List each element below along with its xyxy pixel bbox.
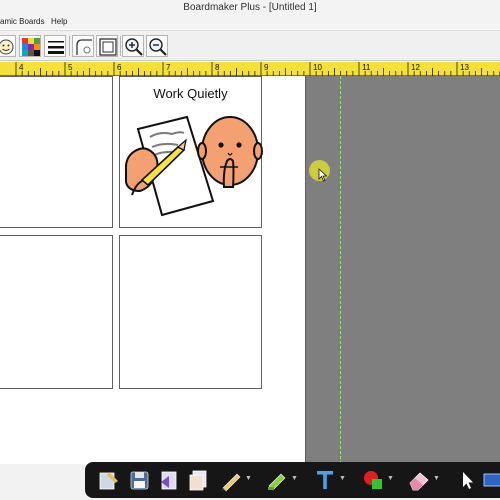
eraser-icon[interactable]: [407, 468, 431, 492]
page-stack-icon[interactable]: [187, 468, 211, 492]
shape-fill-icon[interactable]: [361, 468, 385, 492]
highlighter-dropdown-icon[interactable]: ▼: [291, 475, 298, 482]
eraser-dropdown-icon[interactable]: ▼: [433, 475, 440, 482]
board-cell-2[interactable]: Work Quietly: [119, 76, 263, 228]
ruler-label: 11: [362, 63, 371, 72]
shape-dropdown-icon[interactable]: ▼: [387, 475, 394, 482]
ruler-label: 6: [117, 63, 122, 72]
toolbar-separator: [69, 36, 70, 56]
corner-style-icon: [76, 39, 92, 55]
board-cell-4[interactable]: [119, 235, 262, 389]
color-palette-button[interactable]: [19, 35, 41, 57]
board-page[interactable]: Work Quietly: [0, 76, 305, 464]
ruler-label: 7: [166, 63, 171, 72]
pen-pointer-icon[interactable]: [97, 468, 121, 492]
floppy-save-icon[interactable]: [127, 468, 151, 492]
workspace-offpage-area: [305, 76, 500, 464]
menu-item-dynamic-boards[interactable]: amic Boards: [0, 17, 44, 26]
zoom-in-icon: [125, 38, 143, 56]
ruler-label: 12: [411, 63, 420, 72]
line-thickness-button[interactable]: [44, 35, 66, 57]
window-title: Boardmaker Plus - [Untitled 1]: [183, 2, 317, 13]
board-cell-1[interactable]: [0, 76, 113, 228]
pencil-icon[interactable]: [219, 468, 243, 492]
floating-annotation-toolbar: ▼ ▼ ▼ ▼ ▼: [85, 462, 500, 498]
toolbar-separator: [120, 36, 121, 56]
board-cell-3[interactable]: [0, 235, 113, 389]
line-thickness-icon: [48, 41, 64, 54]
corner-style-button[interactable]: [72, 35, 94, 57]
ruler-label: 10: [313, 63, 322, 72]
ruler-label: 4: [19, 63, 24, 72]
page-guide-line: [340, 76, 341, 464]
ruler-label: 9: [264, 63, 269, 72]
horizontal-ruler[interactable]: 4 5 6 7 8 9 10 11 12 13: [0, 62, 500, 76]
border-frame-button[interactable]: [96, 35, 118, 57]
zoom-out-button[interactable]: [146, 35, 168, 57]
symbol-finder-button[interactable]: [0, 35, 16, 57]
toolbar: [0, 30, 500, 61]
page-arrow-icon[interactable]: [157, 468, 181, 492]
text-dropdown-icon[interactable]: ▼: [339, 475, 346, 482]
menu-bar: amic Boards Help: [0, 16, 500, 29]
border-frame-icon: [99, 38, 117, 56]
zoom-out-icon: [149, 38, 167, 56]
ruler-ticks: 4 5 6 7 8 9 10 11 12 13: [15, 62, 500, 76]
menu-item-help[interactable]: Help: [51, 17, 67, 26]
text-tool-icon[interactable]: [313, 468, 337, 492]
pencil-dropdown-icon[interactable]: ▼: [245, 475, 252, 482]
work-quietly-symbol: [124, 115, 263, 217]
ruler-label: 8: [215, 63, 220, 72]
select-arrow-icon[interactable]: [455, 468, 479, 492]
mouse-cursor-icon: [318, 168, 328, 182]
ruler-label: 13: [460, 63, 469, 72]
screen-icon[interactable]: [481, 468, 500, 492]
symbol-finder-icon: [0, 39, 14, 55]
highlighter-icon[interactable]: [265, 468, 289, 492]
title-bar: Boardmaker Plus - [Untitled 1]: [0, 0, 500, 16]
color-palette-icon: [22, 38, 40, 56]
zoom-in-button[interactable]: [122, 35, 144, 57]
ruler-label: 5: [68, 63, 73, 72]
